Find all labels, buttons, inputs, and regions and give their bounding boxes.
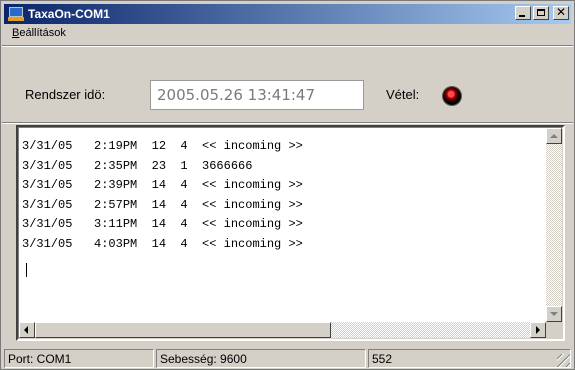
vertical-scrollbar[interactable] <box>546 128 562 322</box>
arrow-down-icon <box>550 312 558 316</box>
close-icon: ✕ <box>555 5 567 19</box>
maximize-icon <box>537 9 545 16</box>
horizontal-scroll-thumb[interactable] <box>35 322 331 338</box>
log-line: 3/31/05 2:57PM 14 4 << incoming >> <box>22 197 303 212</box>
scroll-left-button[interactable] <box>19 322 35 338</box>
system-time-label: Rendszer idö: <box>25 87 106 102</box>
scrollbar-corner <box>546 322 562 338</box>
menu-settings[interactable]: Beállítások <box>12 27 66 39</box>
arrow-left-icon <box>24 326 28 334</box>
scroll-right-button[interactable] <box>530 322 546 338</box>
log-line: 3/31/05 4:03PM 14 4 << incoming >> <box>22 236 303 251</box>
scroll-down-button[interactable] <box>546 306 562 322</box>
text-caret <box>26 263 27 277</box>
window-title: TaxaOn-COM1 <box>28 7 110 21</box>
maximize-button[interactable] <box>533 6 549 20</box>
scroll-up-button[interactable] <box>546 128 562 144</box>
minimize-icon <box>519 15 525 17</box>
menu-bar: Beállítások <box>4 25 571 43</box>
system-time-field[interactable]: 2005.05.26 13:41:47 <box>150 80 364 110</box>
log-textbox[interactable]: 3/31/05 2:19PM 12 4 << incoming >> 3/31/… <box>16 125 565 341</box>
horizontal-scrollbar[interactable] <box>19 322 546 338</box>
menu-settings-label: eállítások <box>19 27 66 39</box>
reception-label: Vétel: <box>386 87 420 102</box>
header-separator <box>2 122 573 124</box>
status-speed: Sebesség: 9600 <box>156 349 366 368</box>
status-port: Port: COM1 <box>4 349 154 368</box>
log-line: 3/31/05 2:19PM 12 4 << incoming >> <box>22 139 303 153</box>
status-count: 552 <box>368 349 571 368</box>
log-line: 3/31/05 2:39PM 14 4 << incoming >> <box>22 178 303 192</box>
minimize-button[interactable] <box>515 6 531 20</box>
menu-separator <box>2 45 573 47</box>
title-bar[interactable]: TaxaOn-COM1 ✕ <box>4 4 571 24</box>
log-line: 3/31/05 2:35PM 23 1 3666666 <box>22 158 253 173</box>
log-text[interactable]: 3/31/05 2:19PM 12 4 << incoming >> 3/31/… <box>22 137 542 313</box>
arrow-up-icon <box>550 134 558 138</box>
status-bar: Port: COM1 Sebesség: 9600 552 <box>4 349 571 368</box>
resize-grip-icon[interactable] <box>557 354 570 367</box>
arrow-right-icon <box>536 326 540 334</box>
log-line: 3/31/05 3:11PM 14 4 << incoming >> <box>22 217 303 231</box>
close-button[interactable]: ✕ <box>553 5 569 20</box>
app-window: TaxaOn-COM1 ✕ Beállítások Rendszer idö: … <box>0 0 575 370</box>
terminal-app-icon[interactable] <box>8 6 24 22</box>
led-indicator-icon <box>443 87 461 105</box>
